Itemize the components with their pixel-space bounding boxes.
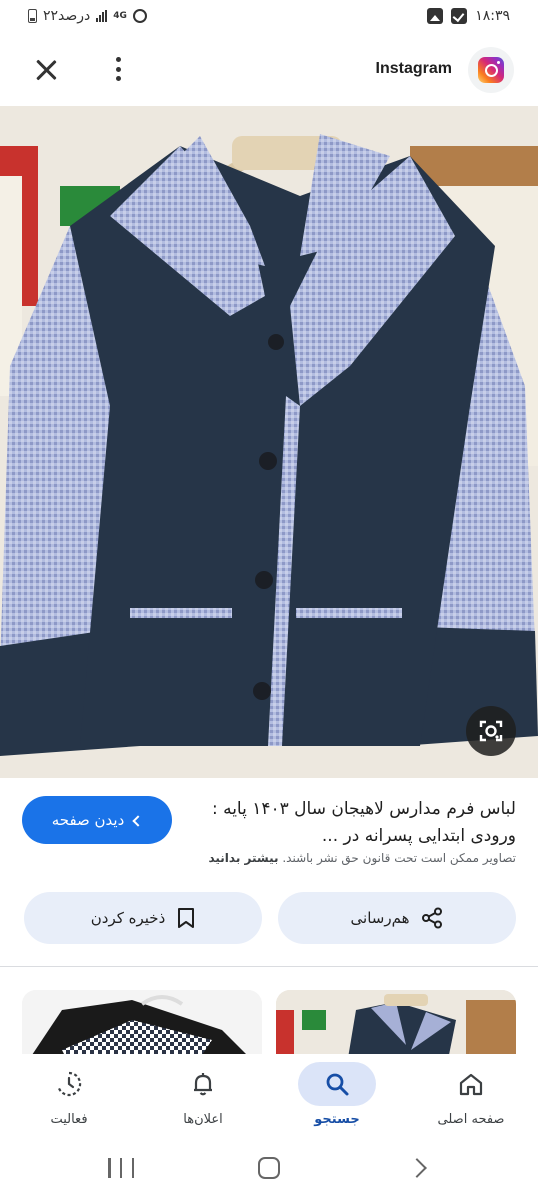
result-info: دیدن صفحه لباس فرم مدارس لاهیجان سال ۱۴۰… (0, 778, 538, 968)
main-image[interactable] (0, 106, 538, 778)
status-bar: ۲۲درصد 4G ۱۸:۳۹ (0, 0, 538, 36)
network-type: 4G (113, 10, 127, 21)
gallery-notification-icon (427, 8, 444, 24)
battery-percent: ۲۲درصد (43, 8, 91, 24)
related-images (0, 990, 538, 1054)
status-right: ۱۸:۳۹ (427, 8, 510, 24)
nav-activity-icon-wrap (30, 1062, 108, 1106)
copyright-notice: تصاویر ممکن است تحت قانون حق نشر باشند. … (36, 851, 516, 865)
nav-activity-label: فعالیت (50, 1112, 88, 1127)
nav-notifications-icon-wrap (164, 1062, 242, 1106)
nav-notifications-label: اعلان‌ها (183, 1112, 223, 1127)
top-bar: Instagram (0, 36, 538, 104)
back-icon[interactable] (407, 1158, 427, 1178)
jacket-photo (0, 106, 538, 778)
nav-home-label: صفحه اصلی (437, 1112, 505, 1127)
recents-icon[interactable] (108, 1154, 134, 1182)
bookmark-icon (178, 908, 195, 928)
save-button[interactable]: ذخیره کردن (24, 892, 262, 944)
save-label: ذخیره کردن (90, 909, 166, 927)
system-home-icon[interactable] (258, 1157, 280, 1179)
lens-icon (479, 720, 503, 742)
section-divider (0, 966, 538, 967)
nav-activity[interactable]: فعالیت (2, 1054, 136, 1138)
nav-notifications[interactable]: اعلان‌ها (136, 1054, 270, 1138)
google-lens-button[interactable] (466, 706, 516, 756)
copyright-text: تصاویر ممکن است تحت قانون حق نشر باشند. (282, 851, 516, 865)
nav-home-icon-wrap (432, 1062, 510, 1106)
close-icon[interactable] (32, 56, 60, 84)
share-button[interactable]: هم‌رسانی (278, 892, 516, 944)
chevron-left-icon (132, 814, 144, 827)
site-logo[interactable] (468, 47, 514, 93)
more-vert-icon[interactable] (108, 54, 128, 84)
status-left: ۲۲درصد 4G (28, 8, 147, 24)
result-title[interactable]: لباس فرم مدارس لاهیجان سال ۱۴۰۳ پایه : و… (186, 796, 516, 850)
search-icon (326, 1073, 349, 1096)
related-thumbnail[interactable] (22, 990, 262, 1054)
share-label: هم‌رسانی (350, 909, 410, 927)
nav-search-icon-wrap (298, 1062, 376, 1106)
thumbnail-image-1 (22, 990, 262, 1054)
home-icon (459, 1073, 483, 1096)
related-thumbnail[interactable] (276, 990, 516, 1054)
nav-home[interactable]: صفحه اصلی (404, 1054, 538, 1138)
checkbox-notification-icon (451, 8, 468, 24)
signal-icon (96, 10, 108, 22)
status-time: ۱۸:۳۹ (475, 8, 510, 24)
thumbnail-image-2 (276, 990, 516, 1054)
battery-icon (28, 9, 37, 23)
visit-page-button[interactable]: دیدن صفحه (22, 796, 172, 844)
alarm-icon (132, 9, 147, 23)
bell-icon (194, 1073, 212, 1096)
nav-search-label: جستجو (314, 1112, 360, 1127)
learn-more-link[interactable]: بیشتر بدانید (208, 851, 278, 865)
bottom-navigation: صفحه اصلی جستجو اعلان‌ها فعالیت (0, 1054, 538, 1138)
visit-button-label: دیدن صفحه (51, 811, 125, 829)
share-icon (422, 907, 443, 929)
nav-search[interactable]: جستجو (270, 1054, 404, 1138)
system-navigation (0, 1138, 538, 1200)
site-name[interactable]: Instagram (376, 60, 452, 78)
instagram-logo-icon (478, 57, 504, 83)
activity-icon (57, 1071, 82, 1097)
